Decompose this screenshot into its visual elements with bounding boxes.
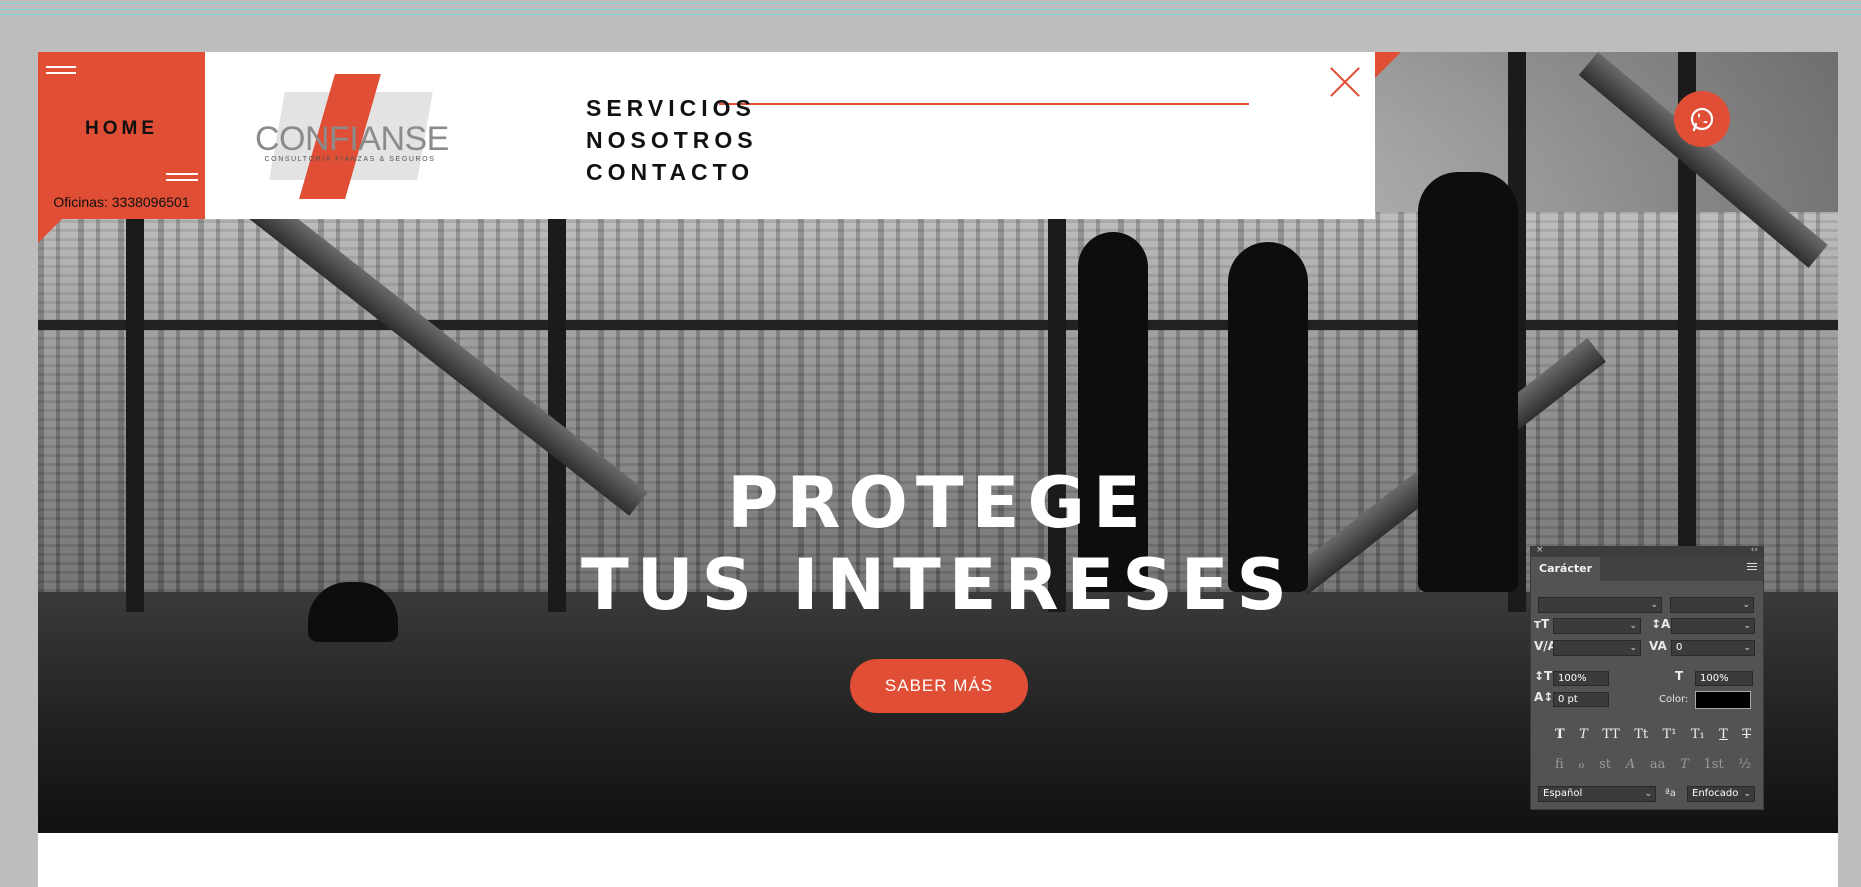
antialias-select[interactable]: Enfocado ⌄ [1687,786,1755,802]
stylistic-alternates-button[interactable]: aa [1650,757,1666,772]
corner-accent [1375,52,1401,78]
font-size-select[interactable]: ⌄ [1553,618,1641,634]
logo-tagline: CONSULTORÍA FIANZAS & SEGUROS [264,156,436,163]
tab-caracter[interactable]: Carácter [1531,557,1601,581]
fractions-button[interactable]: ½ [1738,757,1751,772]
titling-alternates-button[interactable]: T [1680,757,1689,772]
ligatures-button[interactable]: fi [1555,757,1564,772]
menu-panel: CONFIANSE CONSULTORÍA FIANZAS & SEGUROS … [205,52,1375,219]
font-size-icon: ᴛT [1534,617,1550,631]
menu-item-contacto[interactable]: CONTACTO [586,156,758,188]
leading-select[interactable]: ⌄ [1671,618,1755,634]
underline-button[interactable]: T [1719,727,1728,742]
guide-lines [0,0,1861,16]
tracking-icon: VA [1649,639,1667,653]
corner-accent [38,219,62,243]
kerning-select[interactable]: ⌄ [1553,640,1641,656]
baseline-shift-icon: A↕ [1534,690,1554,704]
font-family-select[interactable]: ⌄ [1538,597,1662,613]
baseline-shift-field[interactable]: 0 pt [1553,692,1609,707]
home-nav-block[interactable]: HOME Oficinas: 3338096501 [38,52,205,219]
small-caps-button[interactable]: Tt [1634,727,1648,742]
whatsapp-button[interactable] [1674,91,1730,147]
discretionary-ligatures-button[interactable]: st [1599,757,1611,772]
vertical-scale-field[interactable]: 100% [1553,671,1609,686]
strikethrough-button[interactable]: T [1742,727,1751,742]
language-select[interactable]: Español ⌄ [1538,786,1656,802]
hamburger-icon [166,173,198,185]
office-phone: Oficinas: 3338096501 [53,194,190,210]
panel-collapse-icon[interactable]: ‹‹ [1751,545,1758,555]
superscript-button[interactable]: T¹ [1663,727,1677,742]
whatsapp-icon [1690,107,1714,132]
subscript-button[interactable]: T₁ [1691,727,1705,742]
swash-button[interactable]: A [1626,757,1635,772]
horizontal-scale-icon: T [1675,669,1684,683]
saber-mas-button[interactable]: SABER MÁS [850,659,1028,713]
artboard: PROTEGE TUS INTERESES SABER MÁS HOME Ofi… [38,52,1838,887]
confianse-logo[interactable]: CONFIANSE CONSULTORÍA FIANZAS & SEGUROS [255,74,449,199]
panel-tab-row: Carácter [1531,557,1763,581]
menu-item-servicios[interactable]: SERVICIOS [586,92,758,124]
home-link[interactable]: HOME [38,118,205,140]
faux-italic-button[interactable]: T [1579,727,1588,742]
logo-wordmark: CONFIANSE [255,120,449,158]
close-icon[interactable] [1329,66,1361,98]
main-menu: SERVICIOS NOSOTROS CONTACTO [586,92,758,188]
character-panel: × ‹‹ Carácter ⌄ ⌄ ᴛT ⌄ ↕A ⌄ V/A ⌄ VA 0 ⌄ … [1530,545,1764,810]
ordinals-button[interactable]: 1st [1703,757,1723,772]
panel-menu-icon[interactable] [1747,563,1757,572]
menu-underline [719,103,1249,105]
type-format-buttons: T T TT Tt T¹ T₁ T T [1555,727,1751,742]
color-label: Color: [1659,694,1689,705]
tracking-select[interactable]: 0 ⌄ [1671,640,1755,656]
all-caps-button[interactable]: TT [1602,727,1620,742]
font-style-select[interactable]: ⌄ [1670,597,1754,613]
menu-item-nosotros[interactable]: NOSOTROS [586,124,758,156]
horizontal-scale-field[interactable]: 100% [1695,671,1753,686]
hero-title-line1: PROTEGE [727,462,1149,544]
panel-titlebar: × ‹‹ [1531,545,1763,557]
faux-bold-button[interactable]: T [1555,727,1565,742]
hamburger-icon[interactable] [46,66,76,78]
opentype-buttons: fi ℴ st A aa T 1st ½ [1555,757,1751,772]
antialias-icon: ªa [1665,788,1676,799]
panel-close-icon[interactable]: × [1536,545,1544,555]
vertical-scale-icon: ↕T [1534,669,1553,683]
hero-window-rail [38,320,1838,330]
color-swatch[interactable] [1695,691,1751,709]
contextual-alternates-button[interactable]: ℴ [1578,757,1584,772]
leading-icon: ↕A [1651,617,1671,631]
